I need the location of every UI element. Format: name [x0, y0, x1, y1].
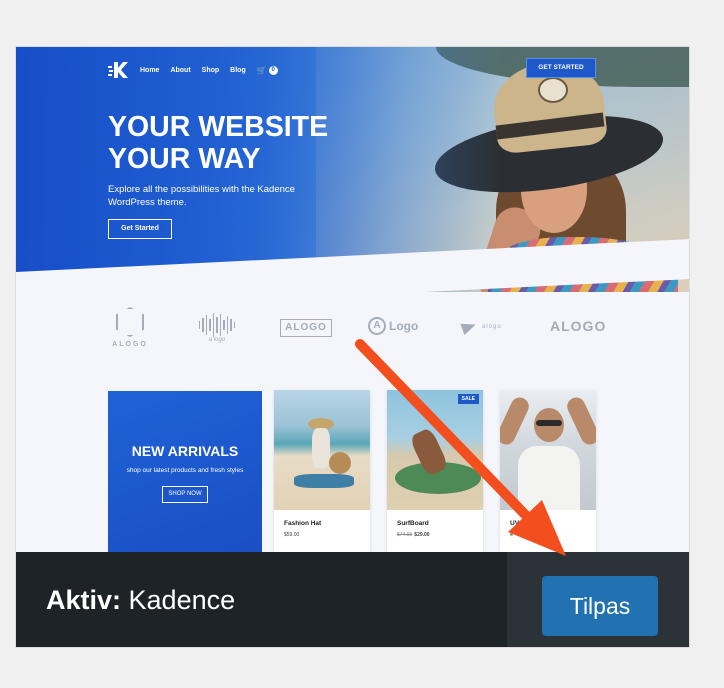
product-price: $ [510, 532, 513, 538]
cart-icon: 🛒 [256, 65, 267, 75]
nav-home[interactable]: Home [140, 67, 159, 74]
cart-button[interactable]: 🛒 0 [256, 65, 278, 75]
shop-now-button[interactable]: SHOP NOW [162, 486, 208, 503]
theme-card[interactable]: Home About Shop Blog 🛒 0 GET STARTED YOU… [15, 46, 690, 648]
hero-title-line1: YOUR WEBSITE [108, 111, 329, 143]
cart-count: 0 [268, 65, 278, 75]
kadence-logo-icon[interactable] [108, 61, 128, 79]
product-name[interactable]: UV S [510, 520, 596, 527]
product-price: $74.00 $29.00 [397, 532, 430, 538]
product-image[interactable]: SALE [387, 390, 483, 510]
theme-name: Kadence [128, 585, 236, 615]
towel-shape [294, 474, 354, 488]
basket-shape [329, 452, 351, 474]
logo-5-text: alogo [482, 324, 502, 330]
paper-plane-logo-icon [460, 318, 478, 336]
logo-2: a logo [194, 313, 240, 343]
nav-about[interactable]: About [170, 67, 190, 74]
logo-1-text: ALOGO [112, 341, 148, 348]
product-card[interactable]: SALE SurfBoard $74.00 $29.00 [387, 390, 483, 552]
promo-title: NEW ARRIVALS [131, 443, 239, 459]
product-name[interactable]: SurfBoard [397, 520, 483, 527]
active-theme-label: Aktiv: Kadence [46, 585, 235, 616]
product-price: $59.00 [284, 532, 300, 538]
promo-subtitle: shop our latest products and fresh style… [126, 467, 244, 474]
soundwave-logo-icon [194, 313, 240, 337]
logo-6: ALOGO [550, 318, 607, 334]
hero-get-started-button[interactable]: Get Started [108, 219, 172, 239]
tshirt-shape [518, 446, 580, 510]
product-card[interactable]: UV S $ [500, 390, 596, 552]
active-prefix: Aktiv: [46, 585, 122, 615]
arm-shape [500, 394, 532, 448]
hero-title-line2: YOUR WAY [108, 143, 261, 175]
nav-blog[interactable]: Blog [230, 67, 246, 74]
new-arrivals-promo: NEW ARRIVALS shop our latest products an… [108, 391, 262, 552]
logo-strip: ALOGO a logo ALOGO A Logo alogo ALOGO [106, 307, 626, 357]
customize-button[interactable]: Tilpas [542, 576, 658, 636]
hero-subtitle: Explore all the possibilities with the K… [108, 184, 295, 208]
theme-screenshot[interactable]: Home About Shop Blog 🛒 0 GET STARTED YOU… [16, 47, 689, 552]
site-nav: Home About Shop Blog 🛒 0 [108, 61, 278, 79]
sunglasses-shape [536, 420, 562, 426]
sale-badge: SALE [457, 394, 479, 404]
hero-section: Home About Shop Blog 🛒 0 GET STARTED YOU… [16, 47, 689, 292]
logo-2-text: a logo [208, 337, 226, 343]
get-started-nav-button[interactable]: GET STARTED [526, 58, 596, 78]
logo-3: ALOGO [280, 319, 332, 337]
cube-logo-icon [116, 307, 144, 337]
logo-4-text: Logo [389, 319, 419, 333]
person-shape [312, 428, 330, 468]
nav-shop[interactable]: Shop [202, 67, 220, 74]
product-image[interactable] [500, 390, 596, 510]
product-card[interactable]: Fashion Hat $59.00 [274, 390, 370, 552]
logo-5: alogo [460, 318, 502, 336]
product-name[interactable]: Fashion Hat [284, 520, 370, 527]
logo-4: A Logo [368, 317, 418, 335]
product-image[interactable] [274, 390, 370, 510]
hero-headline: YOUR WEBSITE YOUR WAY [108, 111, 328, 175]
arm-shape [564, 394, 596, 448]
logo-1: ALOGO [110, 307, 150, 348]
theme-actions-bar: Aktiv: Kadence Tilpas [16, 552, 689, 647]
circle-a-logo-icon: A [368, 317, 386, 335]
